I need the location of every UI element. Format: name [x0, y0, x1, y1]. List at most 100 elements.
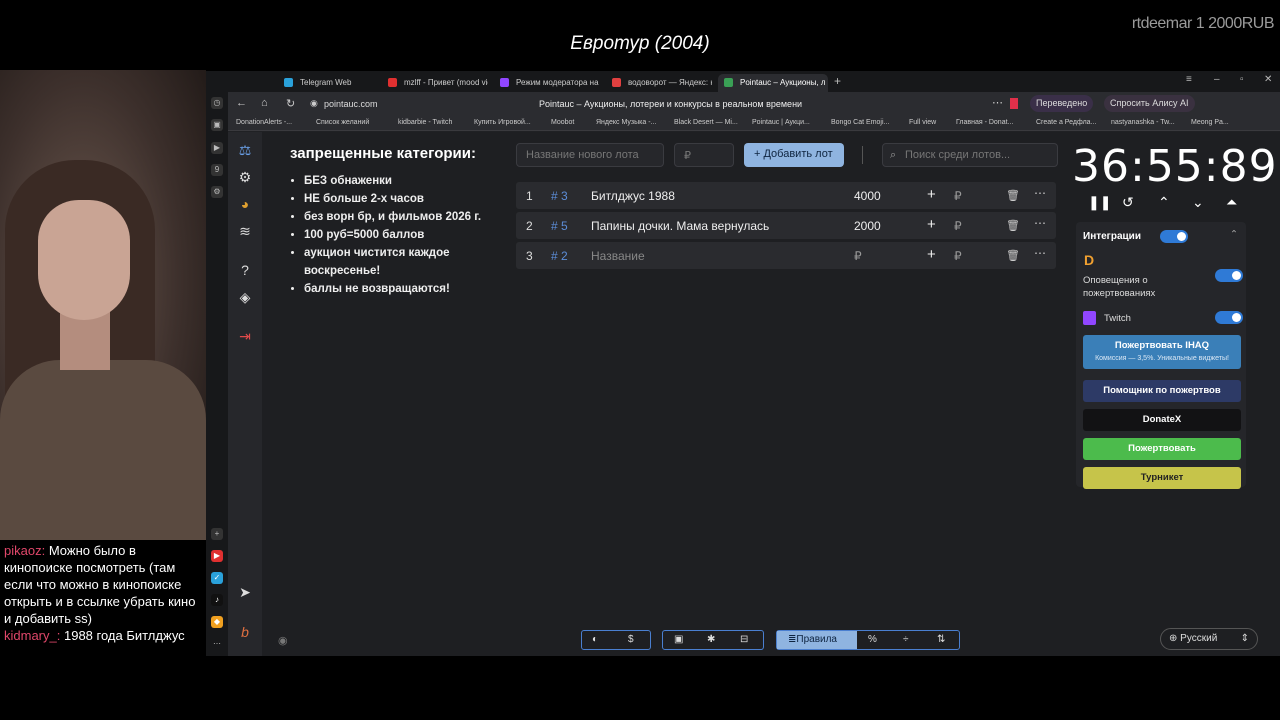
integrations-toggle[interactable]: [1160, 230, 1188, 243]
shield-icon[interactable]: ◈: [235, 287, 255, 307]
app-panel-icon[interactable]: ◆: [211, 616, 223, 628]
lot-more-icon[interactable]: ⋯: [1034, 216, 1046, 230]
donatex-button[interactable]: DonateX: [1083, 409, 1241, 431]
youtube-panel-icon[interactable]: ▶: [211, 550, 223, 562]
settings-icon[interactable]: ⚙: [235, 167, 255, 187]
lot-row[interactable]: 3 # 2 Название ₽ + ₽ 🗑 ⋯: [516, 242, 1056, 269]
settings-small-icon[interactable]: ⚙: [211, 186, 223, 198]
lot-row[interactable]: 2 # 5 Папины дочки. Мама вернулась 2000 …: [516, 212, 1056, 239]
boosty-icon[interactable]: b: [235, 622, 255, 642]
add-lot-button[interactable]: + Добавить лот: [744, 143, 844, 167]
sort-icon[interactable]: ⇅: [937, 634, 945, 645]
delete-all-icon[interactable]: ⊟: [740, 634, 748, 645]
delete-icon[interactable]: 🗑: [1006, 189, 1020, 202]
tab-youtube[interactable]: mzlff - Привет (mood vide: [382, 74, 488, 92]
add-amount-icon[interactable]: +: [927, 246, 936, 263]
maximize-icon[interactable]: ▫: [1240, 74, 1244, 85]
translated-badge[interactable]: Переведено: [1030, 95, 1094, 112]
more-panel-icon[interactable]: ⋯: [211, 638, 223, 650]
bookmark-item[interactable]: kidbarbie - Twitch: [398, 119, 452, 126]
decrease-icon[interactable]: ⌄: [1192, 194, 1204, 211]
lot-more-icon[interactable]: ⋯: [1034, 186, 1046, 200]
lot-amount[interactable]: ₽: [854, 249, 862, 263]
alice-button[interactable]: Спросить Алису AI: [1104, 95, 1195, 112]
help-icon[interactable]: ?: [235, 260, 255, 280]
lot-name[interactable]: Битлджус 1988: [591, 189, 675, 203]
media-icon[interactable]: ▶: [211, 142, 223, 154]
github-icon[interactable]: ◐: [592, 634, 598, 645]
add-panel-icon[interactable]: +: [211, 528, 223, 540]
bookmark-item[interactable]: Список желаний: [316, 119, 369, 126]
bookmark-item[interactable]: DonationAlerts -...: [236, 119, 292, 126]
add-amount-icon[interactable]: +: [927, 216, 936, 233]
rub-input[interactable]: ₽: [954, 219, 962, 233]
rules-button[interactable]: ≣ Правила: [777, 631, 857, 649]
delete-icon[interactable]: 🗑: [1006, 219, 1020, 232]
save-icon[interactable]: ▣: [674, 634, 683, 645]
tab-pointauc[interactable]: Pointauc – Аукционы, л: [718, 74, 828, 92]
donate-ihaq-button[interactable]: Пожертвовать IHAQ Комиссия — 3,5%. Уника…: [1083, 335, 1241, 369]
twitch-toggle[interactable]: [1215, 311, 1243, 324]
add-amount-icon[interactable]: +: [927, 186, 936, 203]
check-panel-icon[interactable]: ✓: [211, 572, 223, 584]
bookmark-item[interactable]: nastyanashka - Tw...: [1111, 119, 1175, 126]
reset-icon[interactable]: ↺: [1122, 194, 1134, 211]
collections-icon[interactable]: ▣: [211, 119, 223, 131]
lot-name[interactable]: Название: [591, 249, 645, 263]
minimize-icon[interactable]: –: [1214, 74, 1220, 85]
bookmark-icon[interactable]: [1010, 98, 1018, 109]
notes-icon[interactable]: 9: [211, 164, 223, 176]
bookmark-item[interactable]: Meong Pa...: [1191, 119, 1229, 126]
donation-alerts-toggle[interactable]: [1215, 269, 1243, 282]
bookmark-item[interactable]: Главная - Donat...: [956, 119, 1013, 126]
split-icon[interactable]: ÷: [903, 634, 909, 645]
menu-icon[interactable]: ≡: [1186, 74, 1192, 85]
lot-more-icon[interactable]: ⋯: [1034, 246, 1046, 260]
turnstile-button[interactable]: Турникет: [1083, 467, 1241, 489]
wheel-icon[interactable]: ◕: [235, 194, 255, 214]
auction-icon[interactable]: ⚖: [235, 140, 255, 160]
back-icon[interactable]: ←: [236, 97, 247, 109]
tab-yandex[interactable]: водоворот — Яндекс: нашл: [606, 74, 712, 92]
tab-telegram[interactable]: Telegram Web: [278, 74, 384, 92]
delete-icon[interactable]: 🗑: [1006, 249, 1020, 262]
bookmark-item[interactable]: Pointauc | Аукци...: [752, 119, 810, 126]
bookmark-item[interactable]: Moobot: [551, 119, 574, 126]
url-field[interactable]: pointauc.com: [324, 99, 378, 109]
reload-icon[interactable]: ↻: [286, 97, 295, 110]
dollar-icon[interactable]: $: [628, 634, 634, 645]
bookmark-item[interactable]: Яндекс Музыка -...: [596, 119, 656, 126]
bookmark-item[interactable]: Create a Редфла...: [1036, 119, 1096, 126]
lot-amount[interactable]: 4000: [854, 189, 881, 203]
lot-amount-input[interactable]: ₽: [674, 143, 734, 167]
home-icon[interactable]: ⌂: [261, 97, 268, 109]
eye-icon[interactable]: ◉: [278, 634, 288, 647]
language-select[interactable]: ⊕ Русский ⇕: [1160, 628, 1258, 650]
bookmark-item[interactable]: Full view: [909, 119, 936, 126]
telegram-sidebar-icon[interactable]: ➤: [235, 582, 255, 602]
bookmark-item[interactable]: Black Desert — Mi...: [674, 119, 738, 126]
lot-amount[interactable]: 2000: [854, 219, 881, 233]
history-icon[interactable]: ◷: [211, 97, 223, 109]
tiktok-panel-icon[interactable]: ♪: [211, 594, 223, 606]
double-increase-icon[interactable]: ⏶: [1226, 194, 1237, 211]
logout-icon[interactable]: ⇥: [235, 326, 255, 346]
more-icon[interactable]: ⋯: [992, 96, 1003, 109]
bookmark-item[interactable]: Купить Игровой...: [474, 119, 531, 126]
layers-icon[interactable]: ≋: [235, 221, 255, 241]
helper-button[interactable]: Помощник по пожертвов: [1083, 380, 1241, 402]
tab-twitch[interactable]: Режим модератора на ка: [494, 74, 600, 92]
bug-icon[interactable]: ✱: [707, 634, 715, 645]
new-tab-icon[interactable]: +: [834, 74, 841, 88]
donate-button[interactable]: Пожертвовать: [1083, 438, 1241, 460]
close-window-icon[interactable]: ✕: [1264, 74, 1272, 85]
collapse-icon[interactable]: ⌃: [1230, 229, 1238, 240]
new-lot-input[interactable]: Название нового лота: [516, 143, 664, 167]
lot-name[interactable]: Папины дочки. Мама вернулась: [591, 219, 769, 233]
lot-row[interactable]: 1 # 3 Битлджус 1988 4000 + ₽ 🗑 ⋯: [516, 182, 1056, 209]
search-input[interactable]: ⌕ Поиск среди лотов...: [882, 143, 1058, 167]
pause-icon[interactable]: ❚❚: [1088, 194, 1111, 211]
rub-input[interactable]: ₽: [954, 249, 962, 263]
increase-icon[interactable]: ⌃: [1158, 194, 1170, 211]
rub-input[interactable]: ₽: [954, 189, 962, 203]
